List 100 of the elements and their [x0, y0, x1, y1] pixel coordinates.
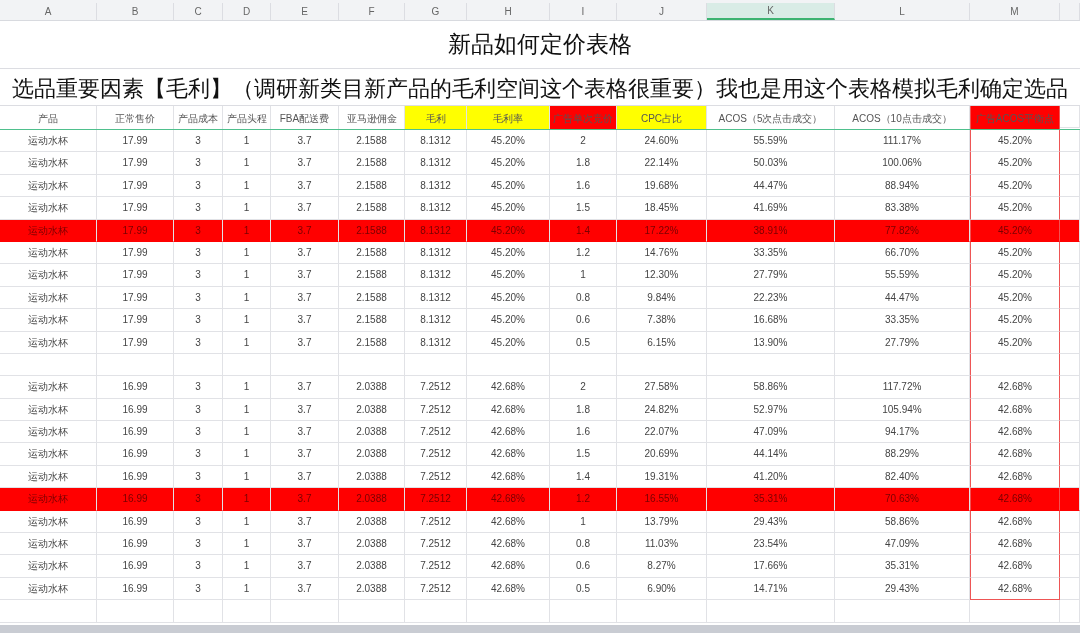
table-cell: 运动水杯	[0, 331, 97, 354]
empty-cell	[339, 353, 405, 377]
column-header[interactable]: H	[467, 3, 550, 20]
table-cell: 29.43%	[707, 510, 835, 534]
column-header[interactable]: C	[174, 3, 223, 20]
table-cell: 1	[223, 309, 271, 332]
header-cell: 产品头程	[223, 106, 271, 129]
table-cell: 17.99	[97, 309, 174, 332]
table-cell: 45.20%	[970, 241, 1060, 265]
table-cell: 17.99	[97, 152, 174, 175]
table-cell: 45.20%	[467, 264, 550, 287]
table-cell: 33.35%	[707, 241, 835, 265]
table-cell: 运动水杯	[0, 197, 97, 220]
table-cell: 16.55%	[617, 488, 707, 511]
column-header[interactable]: I	[550, 3, 617, 20]
table-cell: 2	[550, 376, 617, 399]
table-cell: 24.82%	[617, 398, 707, 422]
table-cell: 2.0388	[339, 555, 405, 578]
table-cell: 45.20%	[970, 130, 1060, 153]
table-cell: 45.20%	[970, 286, 1060, 310]
table-cell: 12.30%	[617, 264, 707, 287]
table-cell: 3.7	[271, 510, 339, 534]
table-cell: 18.45%	[617, 197, 707, 220]
table-cell: 2.1588	[339, 152, 405, 175]
table-cell: 45.20%	[970, 152, 1060, 175]
table-cell: 运动水杯	[0, 488, 97, 511]
table-cell: 8.1312	[405, 219, 467, 242]
table-cell: 1	[223, 488, 271, 511]
table-cell: 3	[174, 577, 223, 601]
table-cell: 2	[550, 130, 617, 153]
table-cell: 8.1312	[405, 264, 467, 287]
table-cell: 7.2512	[405, 510, 467, 534]
table-cell: 1.5	[550, 197, 617, 220]
column-header[interactable]: B	[97, 3, 174, 20]
column-header[interactable]: E	[271, 3, 339, 20]
table-cell: 42.68%	[970, 533, 1060, 556]
table-cell: 9.84%	[617, 286, 707, 310]
table-cell: 1	[223, 398, 271, 422]
subtitle-text: 选品重要因素【毛利】（调研新类目新产品的毛利空间这个表格很重要）我也是用这个表格模拟毛利确定选品	[12, 75, 1068, 103]
table-cell: 42.68%	[467, 488, 550, 511]
table-cell: 42.68%	[467, 443, 550, 466]
table-cell: 42.68%	[970, 577, 1060, 601]
table-cell: 3.7	[271, 174, 339, 198]
table-cell: 58.86%	[835, 510, 970, 534]
table-cell: 3	[174, 197, 223, 220]
table-cell: 8.1312	[405, 174, 467, 198]
table-cell: 22.23%	[707, 286, 835, 310]
table-cell: 17.99	[97, 241, 174, 265]
table-cell: 0.6	[550, 555, 617, 578]
column-header[interactable]: D	[223, 3, 271, 20]
table-cell: 1	[550, 264, 617, 287]
table-cell: 2.1588	[339, 309, 405, 332]
table-cell: 17.22%	[617, 219, 707, 242]
table-cell: 42.68%	[467, 555, 550, 578]
table-cell: 1	[223, 376, 271, 399]
table-cell: 3	[174, 130, 223, 153]
header-cell: 广告单次竞价	[550, 106, 617, 129]
column-header[interactable]: F	[339, 3, 405, 20]
empty-cell	[1060, 398, 1080, 422]
table-cell: 42.68%	[970, 555, 1060, 578]
table-cell: 1.4	[550, 219, 617, 242]
table-cell: 3.7	[271, 533, 339, 556]
table-cell: 2.1588	[339, 331, 405, 354]
column-header[interactable]: G	[405, 3, 467, 20]
table-cell: 47.09%	[707, 421, 835, 444]
table-cell: 16.99	[97, 488, 174, 511]
table-cell: 3.7	[271, 376, 339, 399]
table-cell: 42.68%	[467, 577, 550, 601]
table-cell: 1	[223, 286, 271, 310]
table-cell: 1	[223, 152, 271, 175]
table-cell: 45.20%	[467, 241, 550, 265]
empty-cell	[1060, 600, 1080, 623]
table-cell: 7.2512	[405, 533, 467, 556]
table-cell: 2.0388	[339, 421, 405, 444]
empty-cell	[550, 353, 617, 377]
table-cell: 27.58%	[617, 376, 707, 399]
table-cell: 14.71%	[707, 577, 835, 601]
column-header[interactable]: K	[707, 3, 835, 20]
table-cell: 1.6	[550, 174, 617, 198]
table-cell: 3	[174, 152, 223, 175]
table-cell: 3.7	[271, 152, 339, 175]
column-header[interactable]: L	[835, 3, 970, 20]
empty-cell	[174, 353, 223, 377]
table-cell: 16.99	[97, 421, 174, 444]
empty-cell	[1060, 331, 1080, 354]
scrollbar[interactable]	[0, 624, 1080, 633]
table-cell: 1	[223, 197, 271, 220]
table-cell: 20.69%	[617, 443, 707, 466]
table-cell: 7.2512	[405, 577, 467, 601]
empty-cell	[1060, 421, 1080, 444]
column-header[interactable]: A	[0, 3, 97, 20]
table-cell: 45.20%	[467, 286, 550, 310]
table-cell: 运动水杯	[0, 174, 97, 198]
column-header[interactable]: M	[970, 3, 1060, 20]
table-cell: 3	[174, 331, 223, 354]
table-cell: 45.20%	[467, 130, 550, 153]
table-cell: 105.94%	[835, 398, 970, 422]
table-cell: 88.94%	[835, 174, 970, 198]
table-cell: 3.7	[271, 309, 339, 332]
table-cell: 27.79%	[707, 264, 835, 287]
